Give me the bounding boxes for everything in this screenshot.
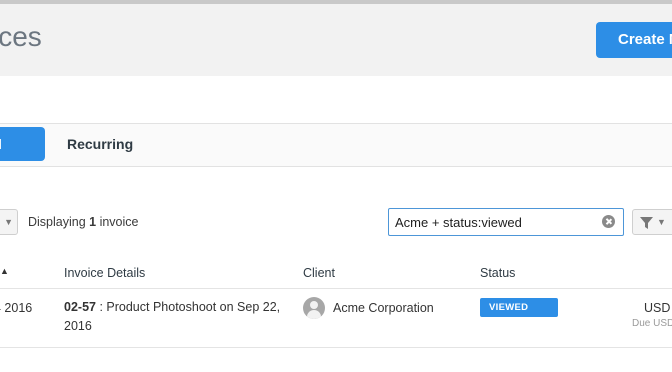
- row-divider: [0, 347, 672, 348]
- client-name[interactable]: Acme Corporation: [333, 299, 434, 318]
- filter-button[interactable]: ▼: [632, 209, 672, 235]
- bulk-actions-dropdown[interactable]: ▼: [0, 209, 18, 235]
- filter-icon: [640, 217, 653, 229]
- search-input[interactable]: [395, 212, 595, 232]
- column-header-status[interactable]: Status: [480, 265, 515, 281]
- tab-recurring[interactable]: Recurring: [67, 135, 133, 153]
- column-header-invoice-details[interactable]: Invoice Details: [64, 265, 145, 281]
- invoice-number[interactable]: 02-57: [64, 300, 96, 314]
- invoice-date: 4 2016: [0, 301, 33, 315]
- header-divider: [0, 288, 672, 289]
- tab-all[interactable]: l: [0, 127, 45, 161]
- page-title: ices: [0, 21, 42, 52]
- invoice-amount: USD: [644, 301, 671, 315]
- result-count: Displaying 1 invoice: [28, 215, 139, 229]
- page-header: [0, 4, 672, 76]
- status-badge: VIEWED: [480, 298, 558, 317]
- search-field[interactable]: [388, 208, 624, 236]
- chevron-down-icon: ▼: [4, 217, 13, 227]
- invoice-details[interactable]: 02-57 : Product Photoshoot on Sep 22, 20…: [64, 298, 294, 336]
- column-header-client[interactable]: Client: [303, 265, 335, 281]
- client-avatar: [303, 297, 325, 319]
- sort-asc-icon[interactable]: ▲: [0, 266, 9, 276]
- create-new-button[interactable]: Create N: [596, 22, 672, 58]
- clear-search-icon[interactable]: [602, 215, 615, 228]
- invoice-description: : Product Photoshoot on Sep 22, 2016: [64, 300, 281, 333]
- chevron-down-icon: ▼: [657, 217, 666, 227]
- due-amount: Due USD: [632, 318, 672, 329]
